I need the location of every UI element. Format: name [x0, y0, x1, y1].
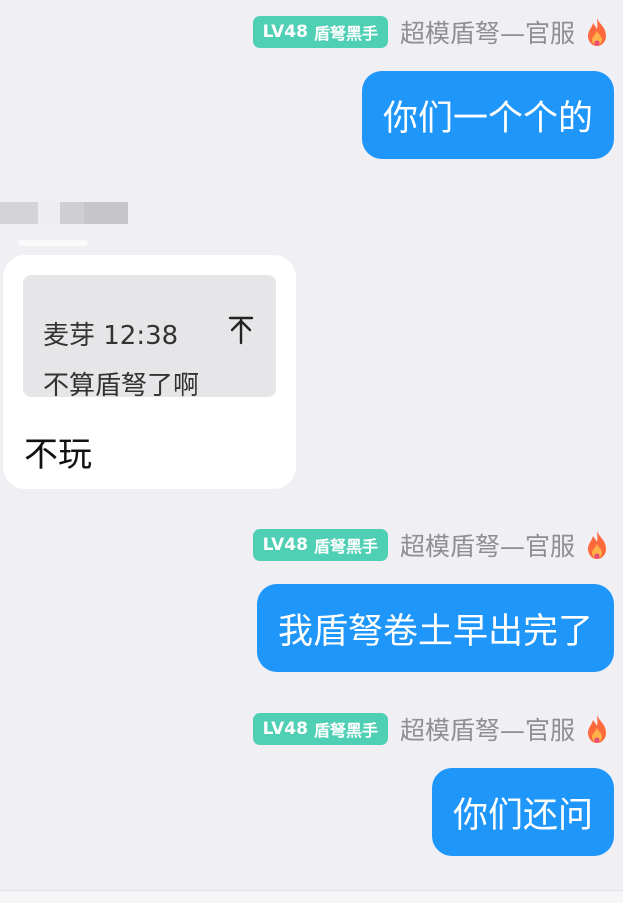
outgoing-message-bubble[interactable]: 我盾弩卷土早出完了	[256, 584, 614, 672]
message-text: 你们一个个的	[382, 98, 593, 139]
level-badge[interactable]: LV48 盾弩黑手	[252, 529, 388, 561]
level-title: 盾弩黑手	[313, 721, 378, 740]
quote-author-time: 麦芽 12:38	[43, 321, 179, 351]
sender-name[interactable]: 超模盾弩—官服	[400, 527, 575, 563]
fire-icon	[588, 18, 606, 46]
message-text: 我盾弩卷土早出完了	[277, 611, 593, 652]
scroll-to-top-icon[interactable]	[228, 315, 254, 345]
quoted-message[interactable]: 麦芽 12:38 不算盾弩了啊	[23, 275, 276, 401]
sender-name[interactable]: 超模盾弩—官服	[400, 14, 575, 50]
message-header: LV48 盾弩黑手 超模盾弩—官服	[252, 527, 609, 563]
incoming-message-bubble[interactable]: 麦芽 12:38 不算盾弩了啊 不玩	[3, 255, 296, 489]
message-header: LV48 盾弩黑手 超模盾弩—官服	[252, 14, 609, 50]
message-text: 不玩	[24, 435, 92, 475]
bottom-bar	[0, 890, 623, 903]
outgoing-message-bubble[interactable]: 你们还问	[431, 768, 614, 856]
sender-name[interactable]: 超模盾弩—官服	[400, 711, 575, 747]
level-badge[interactable]: LV48 盾弩黑手	[252, 713, 388, 745]
level-title: 盾弩黑手	[313, 537, 378, 556]
fire-icon	[588, 715, 606, 743]
message-header: LV48 盾弩黑手 超模盾弩—官服	[252, 711, 609, 747]
quote-text: 不算盾弩了啊	[43, 371, 200, 401]
level-badge[interactable]: LV48 盾弩黑手	[252, 16, 388, 48]
level-title: 盾弩黑手	[313, 24, 378, 43]
blurred-placeholder	[18, 240, 88, 246]
blurred-sender-name	[0, 202, 128, 224]
outgoing-message-bubble[interactable]: 你们一个个的	[361, 71, 614, 159]
level-number: LV48	[262, 719, 308, 739]
message-text: 你们还问	[452, 795, 593, 836]
level-number: LV48	[262, 535, 308, 555]
fire-icon	[588, 531, 606, 559]
level-number: LV48	[262, 22, 308, 42]
